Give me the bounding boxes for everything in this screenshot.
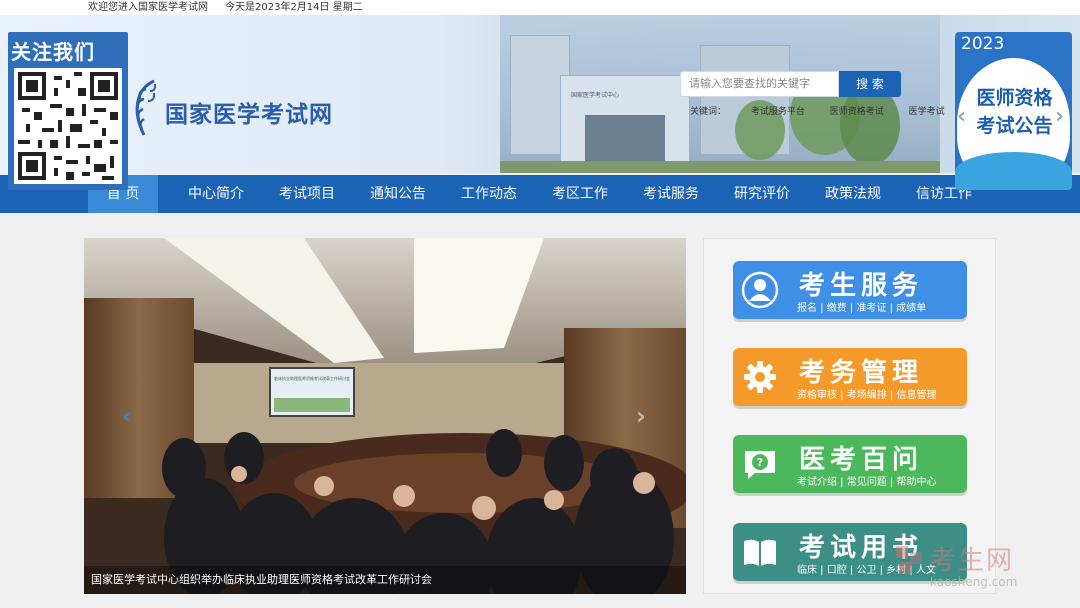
exam-affairs-button[interactable]: 考务管理 资格审核 | 考场编排 | 信息管理 (733, 348, 967, 406)
watermark: 考生网 kaosheng.com (890, 540, 1070, 600)
slide-caption[interactable]: 国家医学考试中心组织举办临床执业助理医师资格考试改革工作研讨会 (84, 566, 686, 594)
follow-us-title: 关注我们 (11, 40, 95, 64)
ad-line-1: 医师资格 (976, 87, 1053, 109)
top-bar: 欢迎您进入国家医学考试网 今天是2023年2月14日 星期二 (0, 0, 1080, 15)
ad-wave (955, 152, 1072, 190)
nav-item-research[interactable]: 研究评价 (724, 175, 800, 213)
search-input[interactable]: 请输入您要查找的关键字 (680, 71, 839, 97)
tree (840, 85, 900, 165)
chevron-left-icon[interactable]: ‹ (957, 104, 966, 129)
ad-line-2: 考试公告 (976, 115, 1053, 137)
service-links[interactable]: 资格审核 | 考场编排 | 信息管理 (797, 386, 936, 401)
nav-item-policy[interactable]: 政策法规 (815, 175, 891, 213)
user-icon (741, 271, 779, 309)
candidate-services-button[interactable]: 考生服务 报名 | 缴费 | 准考证 | 成绩单 (733, 261, 967, 319)
main-nav: 首 页 中心简介 考试项目 通知公告 工作动态 考区工作 考试服务 研究评价 政… (0, 175, 1080, 213)
site-logo-text[interactable]: 国家医学考试网 (165, 95, 333, 129)
logo-icon (135, 79, 157, 136)
chevron-right-icon[interactable]: › (1055, 104, 1064, 129)
nav-item-news[interactable]: 工作动态 (451, 175, 527, 213)
keywords-label: 关键词： (690, 107, 727, 117)
ad-year: 2023 (961, 34, 1005, 54)
nav-item-services[interactable]: 考试服务 (633, 175, 709, 213)
chevron-left-icon[interactable]: ‹ (122, 402, 132, 430)
ground (500, 161, 940, 173)
keyword-link[interactable]: 医学考试 (909, 107, 945, 117)
service-title: 考生服务 (799, 271, 924, 301)
meeting-photo: 临床执业助理医师资格考试改革工作研讨会 (84, 238, 686, 594)
news-slider[interactable]: 临床执业助理医师资格考试改革工作研讨会 ‹ › 国家医学考试中心组织举办临床执业… (84, 238, 686, 594)
book-icon (744, 539, 776, 566)
watermark-text: 考生网 (930, 546, 1015, 576)
follow-us-panel[interactable]: 关注我们 (8, 32, 128, 190)
date-text: 今天是2023年2月14日 星期二 (225, 2, 363, 13)
service-title: 医考百问 (799, 445, 924, 475)
faq-button[interactable]: ? 医考百问 考试介绍 | 常见问题 | 帮助中心 (733, 435, 967, 493)
header-banner: 国家医学考试中心 国家医学考试网 (0, 15, 1080, 173)
qr-code-icon (14, 68, 122, 184)
exam-notice-ad[interactable]: 2023 医师资格 考试公告 ‹ › (955, 32, 1072, 190)
question-icon: ? (745, 451, 775, 479)
welcome-text: 欢迎您进入国家医学考试网 (88, 2, 208, 13)
watermark-url: kaosheng.com (930, 575, 1018, 589)
nav-item-about[interactable]: 中心简介 (178, 175, 254, 213)
keyword-link[interactable]: 考试服务平台 (751, 107, 805, 117)
gear-icon (744, 361, 776, 393)
watermark-logo-icon (896, 546, 922, 574)
keyword-link[interactable]: 医师资格考试 (830, 107, 884, 117)
nav-item-exams[interactable]: 考试项目 (269, 175, 345, 213)
service-title: 考务管理 (799, 358, 924, 388)
nav-item-regions[interactable]: 考区工作 (542, 175, 618, 213)
chevron-right-icon[interactable]: › (636, 402, 646, 430)
screen-text: 临床执业助理医师资格考试改革工作研讨会 (274, 375, 350, 381)
ad-title: 医师资格 考试公告 (967, 84, 1062, 140)
service-links[interactable]: 报名 | 缴费 | 准考证 | 成绩单 (797, 299, 926, 314)
keyword-links: 关键词： 考试服务平台 医师资格考试 医学考试 (690, 104, 967, 117)
nav-item-notices[interactable]: 通知公告 (360, 175, 436, 213)
svg-text:?: ? (757, 456, 763, 469)
service-links[interactable]: 考试介绍 | 常见问题 | 帮助中心 (797, 473, 936, 488)
search-button[interactable]: 搜 索 (839, 71, 901, 97)
building-sign: 国家医学考试中心 (571, 92, 620, 99)
